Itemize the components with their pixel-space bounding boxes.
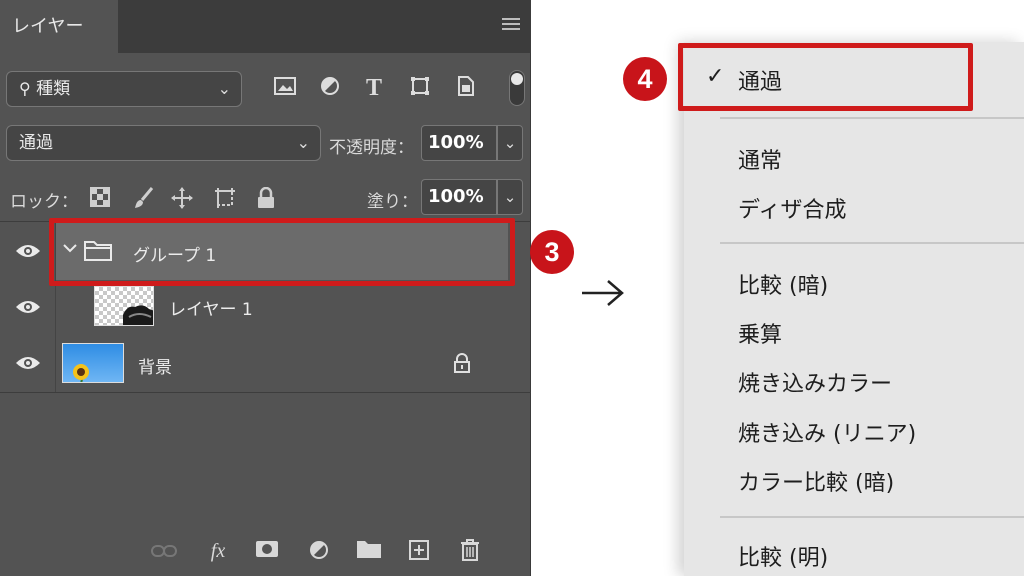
tab-layers[interactable]: レイヤー — [0, 0, 118, 53]
lock-transparent-icon[interactable] — [88, 187, 112, 211]
blend-mode-menu: ✓ 通過 通常 ディザ合成 比較 (暗) 乗算 焼き込みカラー 焼き込み (リニ… — [684, 42, 1024, 576]
arrow-right-icon — [582, 280, 624, 306]
lock-icon — [453, 353, 471, 377]
menu-item-linear-burn[interactable]: 焼き込み (リニア) — [738, 416, 916, 448]
type-filter-icon[interactable]: T — [362, 76, 386, 100]
chevron-down-icon: ⌄ — [296, 133, 310, 152]
lock-position-icon[interactable] — [170, 187, 194, 211]
smart-object-filter-icon[interactable] — [454, 76, 478, 100]
eye-icon — [16, 357, 40, 369]
menu-item-dissolve[interactable]: ディザ合成 — [738, 192, 846, 224]
menu-item-darker-color[interactable]: カラー比較 (暗) — [738, 465, 894, 497]
opacity-label: 不透明度： — [329, 138, 414, 158]
lock-all-icon[interactable] — [254, 186, 278, 211]
filter-toggle-switch[interactable] — [509, 70, 525, 106]
opacity-input[interactable]: 100% — [421, 125, 497, 161]
highlight-frame-group — [49, 218, 515, 286]
chevron-down-icon: ⌄ — [217, 79, 231, 98]
mask-icon[interactable] — [253, 539, 281, 563]
layer-thumbnail — [94, 286, 154, 326]
visibility-toggle[interactable] — [0, 334, 56, 392]
image-filter-icon[interactable] — [273, 76, 297, 100]
lock-label: ロック： — [10, 192, 78, 212]
step-badge-4: 4 — [623, 57, 667, 101]
step-badge-3: 3 — [530, 230, 574, 274]
fx-icon[interactable]: fx — [204, 539, 232, 563]
lock-artboard-icon[interactable] — [213, 187, 237, 211]
visibility-toggle[interactable] — [0, 280, 56, 334]
menu-item-multiply[interactable]: 乗算 — [738, 317, 782, 349]
search-icon: ⚲ — [19, 79, 31, 98]
visibility-toggle[interactable] — [0, 222, 56, 280]
menu-item-darken[interactable]: 比較 (暗) — [738, 268, 828, 300]
blend-mode-select[interactable]: 通過 ⌄ — [6, 125, 321, 161]
lock-image-icon[interactable] — [132, 187, 156, 211]
layer-row-background[interactable]: 背景 — [0, 334, 508, 392]
background-thumbnail — [62, 343, 124, 383]
adjustment-filter-icon[interactable] — [318, 76, 342, 100]
menu-item-normal[interactable]: 通常 — [738, 143, 782, 175]
filter-value: 種類 — [36, 79, 71, 99]
adjustment-icon[interactable] — [305, 539, 333, 563]
highlight-frame-menu-item — [678, 43, 973, 111]
folder-icon[interactable] — [355, 539, 383, 563]
layer-name: 背景 — [138, 358, 172, 378]
fill-label: 塗り： — [367, 192, 418, 212]
layer-filter-select[interactable]: ⚲ 種類 ⌄ — [6, 71, 242, 107]
fill-dropdown[interactable]: ⌄ — [497, 179, 523, 215]
fill-input[interactable]: 100% — [421, 179, 497, 215]
trash-icon[interactable] — [456, 539, 484, 563]
link-icon[interactable] — [150, 539, 178, 563]
panel-menu-icon[interactable] — [502, 18, 520, 34]
eye-icon — [16, 245, 40, 257]
eye-icon — [16, 301, 40, 313]
layer-row-layer-1[interactable]: レイヤー 1 — [0, 280, 508, 334]
menu-item-color-burn[interactable]: 焼き込みカラー — [738, 366, 892, 398]
layer-name: レイヤー 1 — [169, 300, 253, 320]
new-layer-icon[interactable] — [405, 539, 433, 563]
menu-item-lighten[interactable]: 比較 (明) — [738, 540, 828, 572]
shape-filter-icon[interactable] — [408, 76, 432, 100]
blend-mode-value: 通過 — [19, 133, 53, 153]
layers-panel: レイヤー ⚲ 種類 ⌄ T 通過 ⌄ 不透明度： 100% ⌄ ロック： 塗り：… — [0, 0, 531, 576]
opacity-dropdown[interactable]: ⌄ — [497, 125, 523, 161]
